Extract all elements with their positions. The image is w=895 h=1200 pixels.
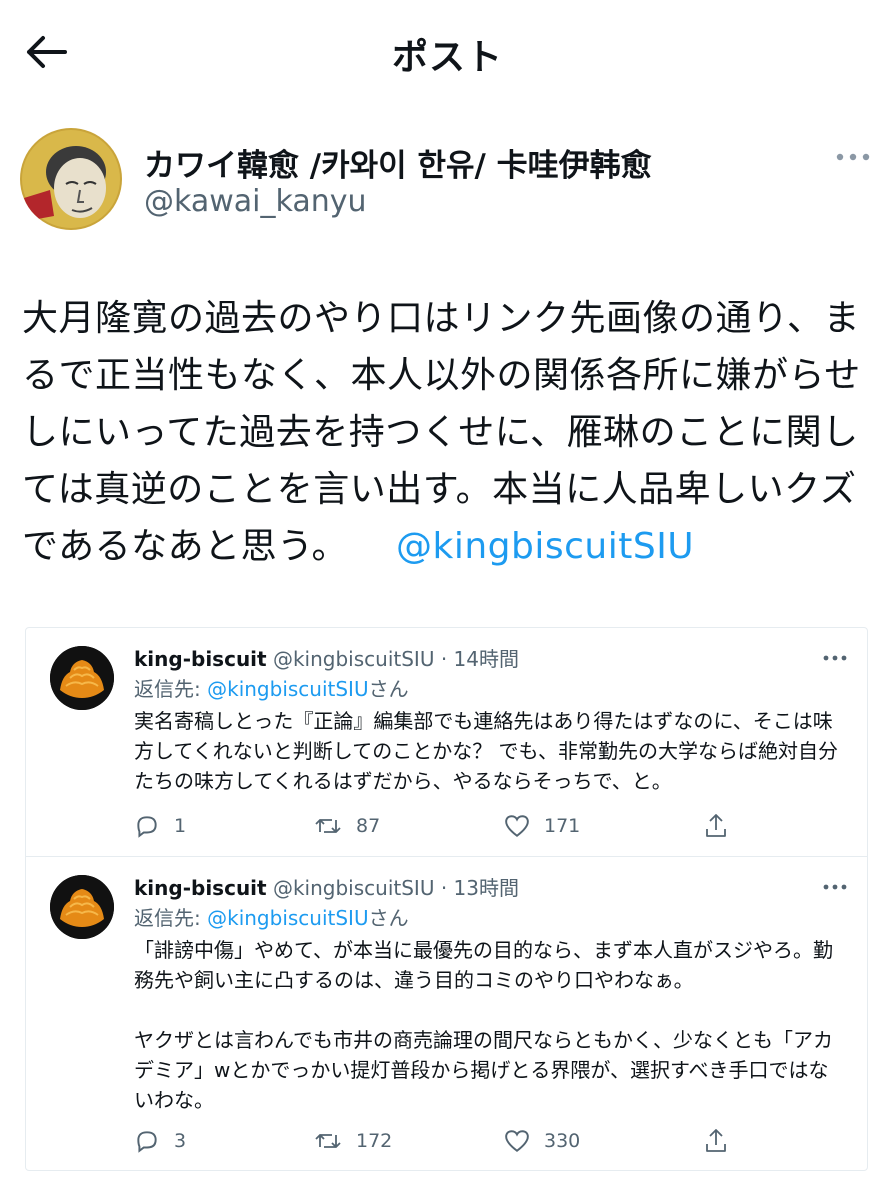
reply-author-name[interactable]: king-biscuit xyxy=(134,876,267,900)
retweet-icon xyxy=(315,819,341,833)
share-icon xyxy=(706,1129,726,1152)
avatar[interactable] xyxy=(50,875,114,939)
heart-icon xyxy=(505,1130,529,1152)
retweet-icon xyxy=(315,1134,341,1148)
reply-to-link[interactable]: @kingbiscuitSIU xyxy=(207,906,368,930)
reply-more-button[interactable] xyxy=(817,646,853,670)
reply-author-handle[interactable]: @kingbiscuitSIU xyxy=(273,876,434,900)
retweet-button[interactable]: 87 xyxy=(314,808,380,844)
top-bar: ポスト xyxy=(0,0,895,100)
heart-icon xyxy=(505,815,529,837)
reply-count: 3 xyxy=(174,1130,187,1152)
reply-count: 1 xyxy=(174,815,187,837)
author-name[interactable]: カワイ韓愈 /카와이 한유/ 卡哇伊韩愈 xyxy=(144,140,652,185)
reply-icon xyxy=(137,1131,157,1153)
reply-button[interactable]: 1 xyxy=(134,808,186,844)
tweet-text: 大月隆寛の過去のやり口はリンク先画像の通り、まるで正当性もなく、本人以外の関係各… xyxy=(22,290,872,575)
embedded-image[interactable]: king-biscuit @kingbiscuitSIU · 14時間 返信先:… xyxy=(25,627,868,1171)
like-count: 171 xyxy=(544,815,581,837)
reply-icon xyxy=(137,816,157,838)
more-dots-icon xyxy=(836,153,870,161)
page-title: ポスト xyxy=(391,37,503,78)
reply-author-name[interactable]: king-biscuit xyxy=(134,647,267,671)
reply-to-link[interactable]: @kingbiscuitSIU xyxy=(207,677,368,701)
share-button[interactable] xyxy=(704,808,728,844)
avatar[interactable] xyxy=(20,128,122,230)
author-handle[interactable]: @kawai_kanyu xyxy=(144,184,367,219)
avatar[interactable] xyxy=(50,646,114,710)
reply-to-line: 返信先: @kingbiscuitSIUさん xyxy=(134,906,409,930)
reply-header: king-biscuit @kingbiscuitSIU · 13時間 xyxy=(134,876,519,900)
reply-text: 「誹謗中傷」やめて、が本当に最優先の目的なら、まず本人直がスジやろ。勤務先や飼い… xyxy=(134,938,833,1112)
retweet-button[interactable]: 172 xyxy=(314,1123,392,1159)
like-button[interactable]: 171 xyxy=(504,808,580,844)
like-count: 330 xyxy=(544,1130,581,1152)
reply-to-line: 返信先: @kingbiscuitSIUさん xyxy=(134,677,409,701)
reply-text: 実名寄稿しとった『正論』編集部でも連絡先はあり得たはずなのに、そこは味方してくれ… xyxy=(134,709,838,793)
more-dots-icon xyxy=(823,884,847,890)
retweet-count: 172 xyxy=(356,1130,393,1152)
reply-time[interactable]: 14時間 xyxy=(454,647,519,671)
like-button[interactable]: 330 xyxy=(504,1123,580,1159)
more-options-button[interactable] xyxy=(831,142,875,172)
mention-link[interactable]: @kingbiscuitSIU xyxy=(396,526,694,567)
action-bar: 1 87 171 xyxy=(26,808,867,844)
reply-tweet: king-biscuit @kingbiscuitSIU · 13時間 返信先:… xyxy=(26,857,867,1170)
reply-button[interactable]: 3 xyxy=(134,1123,186,1159)
more-dots-icon xyxy=(823,655,847,661)
action-bar: 3 172 330 xyxy=(26,1123,867,1159)
share-icon xyxy=(706,814,726,837)
share-button[interactable] xyxy=(704,1123,728,1159)
reply-time[interactable]: 13時間 xyxy=(454,876,519,900)
retweet-count: 87 xyxy=(356,815,381,837)
reply-tweet: king-biscuit @kingbiscuitSIU · 14時間 返信先:… xyxy=(26,628,867,857)
reply-more-button[interactable] xyxy=(817,875,853,899)
reply-header: king-biscuit @kingbiscuitSIU · 14時間 xyxy=(134,647,519,671)
reply-author-handle[interactable]: @kingbiscuitSIU xyxy=(273,647,434,671)
tweet-author: カワイ韓愈 /카와이 한유/ 卡哇伊韩愈 @kawai_kanyu xyxy=(20,128,875,238)
